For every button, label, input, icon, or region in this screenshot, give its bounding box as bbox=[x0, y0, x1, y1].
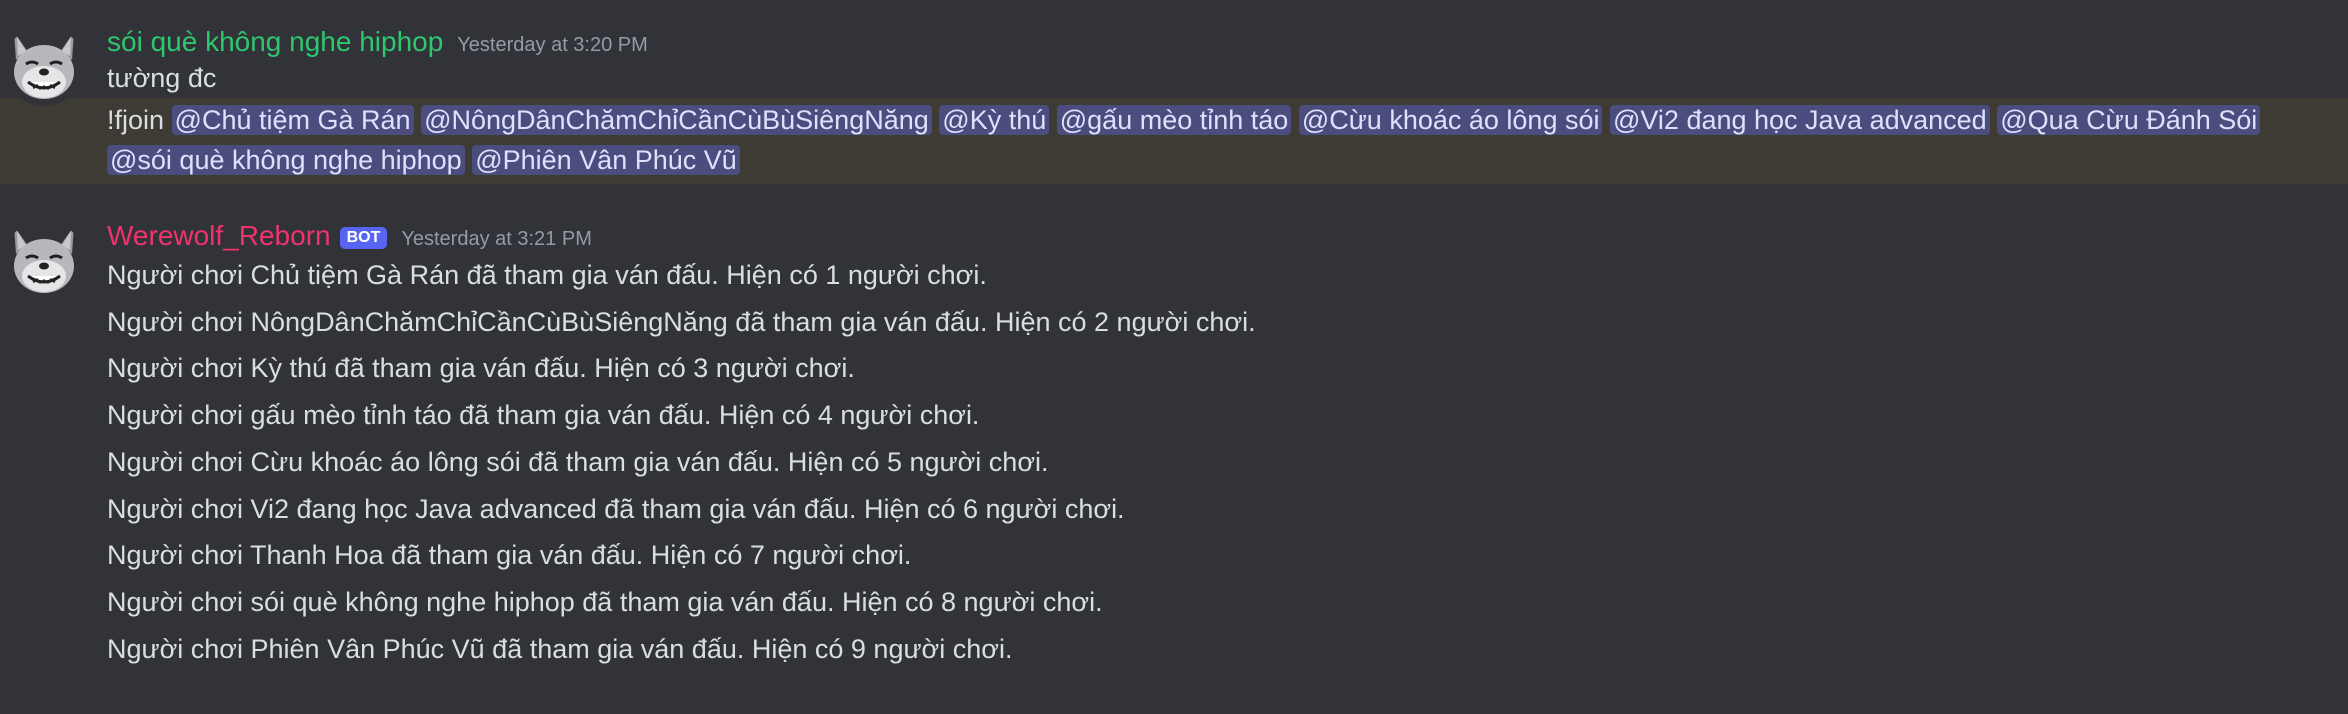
user-mention[interactable]: @Kỳ thú bbox=[939, 105, 1050, 135]
highlighted-message: !fjoin @Chủ tiệm Gà Rán @NôngDânChămChỉC… bbox=[0, 98, 2348, 184]
user-mention[interactable]: @Chủ tiệm Gà Rán bbox=[171, 105, 414, 135]
message-text: tường đc bbox=[107, 63, 217, 93]
chat-messages: sói què không nghe hiphop Yesterday at 3… bbox=[0, 0, 2348, 714]
message-text: Người chơi Phiên Vân Phúc Vũ đã tham gia… bbox=[107, 633, 1013, 664]
message-text: Người chơi NôngDânChămChỉCầnCùBùSiêngNăn… bbox=[107, 306, 1256, 337]
user-mention[interactable]: @Phiên Vân Phúc Vũ bbox=[472, 145, 740, 175]
message-text: Người chơi Chủ tiệm Gà Rán đã tham gia v… bbox=[107, 260, 987, 290]
user-mention[interactable]: @Vi2 đang học Java advanced bbox=[1610, 105, 1990, 135]
message-text: Người chơi sói què không nghe hiphop đã … bbox=[107, 586, 1103, 617]
message-timestamp[interactable]: Yesterday at 3:20 PM bbox=[457, 33, 648, 57]
wolf-avatar-icon[interactable] bbox=[4, 26, 84, 106]
user-mention[interactable]: @Qua Cừu Đánh Sói bbox=[1997, 105, 2261, 135]
command-message: !fjoin @Chủ tiệm Gà Rán @NôngDânChămChỉC… bbox=[107, 100, 2308, 180]
message-text: Người chơi Vi2 đang học Java advanced đã… bbox=[107, 493, 1125, 524]
message-text: Người chơi Cừu khoác áo lông sói đã tham… bbox=[107, 446, 1049, 477]
message-group: sói què không nghe hiphop Yesterday at 3… bbox=[0, 20, 2348, 184]
message-text: Người chơi gấu mèo tỉnh táo đã tham gia … bbox=[107, 400, 980, 431]
user-mention[interactable]: @gấu mèo tỉnh táo bbox=[1056, 105, 1292, 135]
bot-badge: BOT bbox=[339, 227, 388, 249]
message-header: Werewolf_Reborn BOT Yesterday at 3:21 PM bbox=[107, 194, 2308, 258]
wolf-avatar-icon[interactable] bbox=[4, 220, 84, 300]
message-group: Werewolf_Reborn BOT Yesterday at 3:21 PM… bbox=[0, 194, 2348, 672]
bot-message-body: Người chơi Chủ tiệm Gà Rán đã tham gia v… bbox=[107, 252, 2308, 672]
command-prefix: !fjoin bbox=[107, 105, 172, 135]
author-name[interactable]: Werewolf_Reborn bbox=[107, 220, 331, 252]
message-timestamp[interactable]: Yesterday at 3:21 PM bbox=[401, 227, 592, 251]
message-text: Người chơi Kỳ thú đã tham gia ván đấu. H… bbox=[107, 353, 855, 384]
author-name[interactable]: sói què không nghe hiphop bbox=[107, 26, 443, 58]
user-mention[interactable]: @NôngDânChămChỉCầnCùBùSiêngNăng bbox=[421, 105, 932, 135]
user-mention[interactable]: @sói què không nghe hiphop bbox=[107, 145, 465, 175]
user-mention[interactable]: @Cừu khoác áo lông sói bbox=[1298, 105, 1603, 135]
message-text: Người chơi Thanh Hoa đã tham gia ván đấu… bbox=[107, 540, 912, 571]
